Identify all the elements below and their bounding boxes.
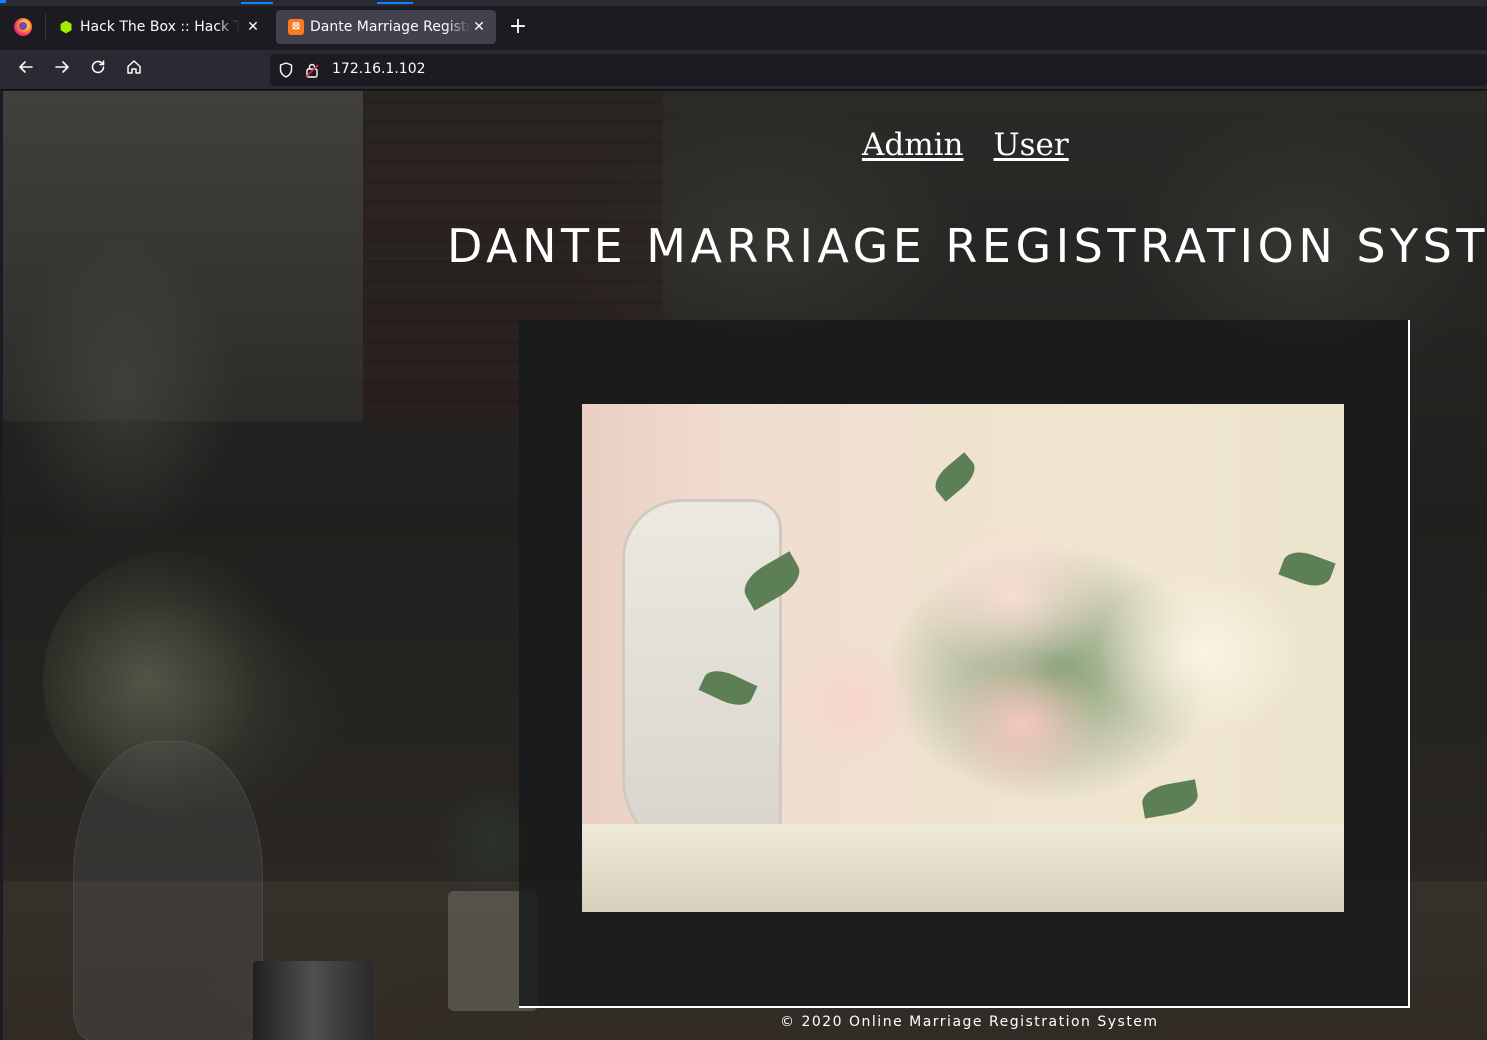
tab-title: Hack The Box :: Hack The Box (80, 19, 240, 35)
wedding-bouquet-image (582, 404, 1344, 912)
browser-navigation-toolbar: 172.16.1.102 (0, 50, 1487, 90)
leaf-shape (929, 452, 981, 502)
tray-shape (582, 824, 1344, 912)
tracking-protection-shield-icon[interactable] (279, 62, 293, 78)
close-tab-icon[interactable]: ✕ (244, 18, 262, 36)
browser-tab-strip: ⬢ Hack The Box :: Hack The Box ✕ ⊠ Dante… (0, 0, 1487, 50)
page-viewport: Admin User DANTE MARRIAGE REGISTRATION S… (3, 91, 1487, 1040)
close-tab-icon[interactable]: ✕ (470, 18, 488, 36)
tab-dante-marriage[interactable]: ⊠ Dante Marriage Registration System ✕ (276, 10, 496, 44)
site-nav: Admin User (862, 127, 1069, 163)
page-title: DANTE MARRIAGE REGISTRATION SYSTEM (447, 219, 1487, 273)
leaf-shape (1139, 779, 1201, 819)
hackthebox-cube-icon: ⬢ (59, 18, 73, 36)
url-text[interactable]: 172.16.1.102 (332, 61, 426, 77)
indicator-line (241, 2, 273, 4)
back-arrow-icon[interactable] (14, 58, 38, 82)
tab-strip-topline (0, 0, 1487, 6)
bridal-shoe-shape (622, 499, 782, 859)
admin-link[interactable]: Admin (862, 127, 964, 163)
tab-title: Dante Marriage Registration System (310, 19, 470, 35)
home-icon[interactable] (122, 58, 146, 82)
indicator-line (377, 2, 413, 4)
reload-icon[interactable] (86, 58, 110, 82)
xampp-icon: ⊠ (288, 19, 304, 35)
new-tab-button[interactable]: + (506, 15, 530, 39)
insecure-lock-icon[interactable] (305, 62, 319, 78)
address-bar[interactable]: 172.16.1.102 (270, 54, 1487, 86)
tab-hackthebox[interactable]: ⬢ Hack The Box :: Hack The Box ✕ (46, 10, 270, 44)
leaf-shape (1278, 546, 1336, 592)
firefox-menu-icon[interactable] (14, 18, 32, 36)
footer-copyright: © 2020 Online Marriage Registration Syst… (780, 1014, 1159, 1030)
forward-arrow-icon[interactable] (50, 58, 74, 82)
user-link[interactable]: User (994, 127, 1069, 163)
indicator-line (0, 0, 6, 3)
